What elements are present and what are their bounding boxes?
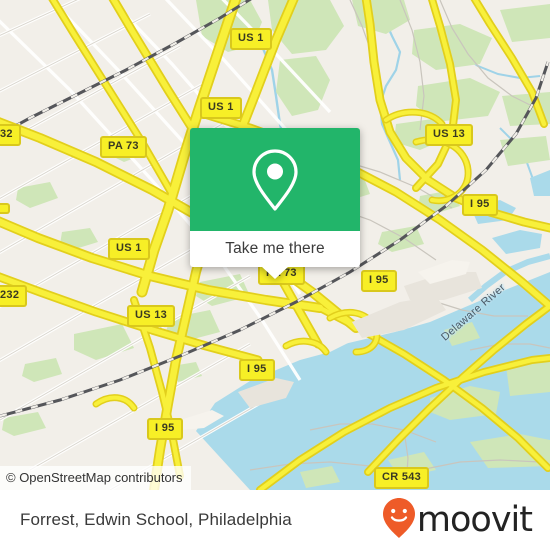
road-shield: I 95	[147, 418, 183, 440]
openstreetmap-attribution[interactable]: © OpenStreetMap contributors	[0, 466, 191, 490]
road-shield	[0, 203, 10, 214]
road-shield: I 95	[239, 359, 275, 381]
road-shield: US 13	[425, 124, 474, 146]
moovit-wordmark: moovit	[416, 499, 533, 540]
road-shield: PA 73	[100, 136, 147, 158]
destination-callout[interactable]: Take me there	[190, 128, 360, 279]
road-shield: US 1	[108, 238, 150, 260]
road-shield: 232	[0, 285, 28, 307]
road-shield: 32	[0, 124, 21, 146]
map-canvas[interactable]: US 1 US 1 PA 73 32 US 13 I 95 US 1 PA 73 I 95 232…	[0, 0, 550, 490]
road-shield: US 1	[200, 97, 242, 119]
callout-image-area	[190, 128, 360, 231]
page-title: Forrest, Edwin School, Philadelphia	[20, 510, 292, 529]
moovit-map-screen: US 1 US 1 PA 73 32 US 13 I 95 US 1 PA 73 I 95 232…	[0, 0, 550, 550]
footer-bar: Forrest, Edwin School, Philadelphia moov…	[0, 490, 550, 550]
take-me-there-label: Take me there	[225, 240, 325, 257]
road-shield: I 95	[361, 270, 397, 292]
callout-action-bar[interactable]: Take me there	[190, 231, 360, 279]
road-shield: I 95	[462, 194, 498, 216]
map-pin-icon	[249, 147, 301, 213]
callout-pointer-arrow	[261, 266, 289, 279]
moovit-logo[interactable]: moovit	[382, 497, 533, 544]
moovit-pin-logo-icon	[382, 497, 416, 544]
road-shield: US 13	[127, 305, 176, 327]
road-shield: US 1	[230, 28, 272, 50]
road-shield: CR 543	[374, 467, 430, 489]
